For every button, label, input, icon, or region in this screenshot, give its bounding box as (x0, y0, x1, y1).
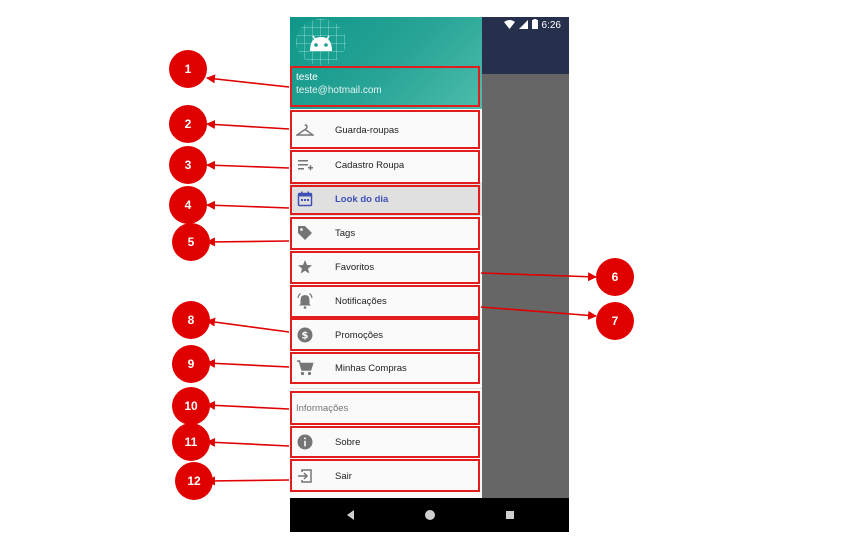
callout-2: 2 (169, 105, 207, 143)
wifi-icon (503, 19, 515, 32)
battery-icon (531, 19, 538, 32)
callout-5: 5 (172, 223, 210, 261)
status-bar: 6:26 (290, 17, 569, 34)
callout-10: 10 (172, 387, 210, 425)
callout-4: 4 (169, 186, 207, 224)
status-time: 6:26 (541, 20, 561, 31)
signal-icon (518, 19, 528, 32)
callout-7: 7 (596, 302, 634, 340)
callout-6: 6 (596, 258, 634, 296)
annotation-arrows (206, 74, 597, 486)
callout-8: 8 (172, 301, 210, 339)
callout-11: 11 (172, 423, 210, 461)
callout-12: 12 (175, 462, 213, 500)
callout-1: 1 (169, 50, 207, 88)
callout-9: 9 (172, 345, 210, 383)
callout-3: 3 (169, 146, 207, 184)
